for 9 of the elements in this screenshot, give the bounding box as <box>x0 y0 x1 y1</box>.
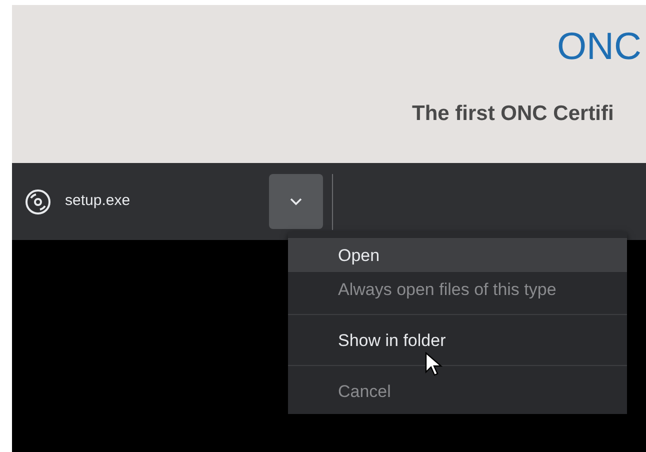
disc-icon <box>25 188 51 214</box>
menu-item[interactable]: Show in folder <box>288 323 627 357</box>
file-name: setup.exe <box>65 191 132 212</box>
page-subtitle: The first ONC Certifi <box>412 101 615 127</box>
mouse-cursor-icon <box>425 352 443 378</box>
chevron-down-icon <box>289 197 303 206</box>
page-heading: ONC <box>557 25 642 69</box>
menu-item[interactable]: Open <box>288 238 627 272</box>
dropdown-button[interactable] <box>269 174 323 229</box>
